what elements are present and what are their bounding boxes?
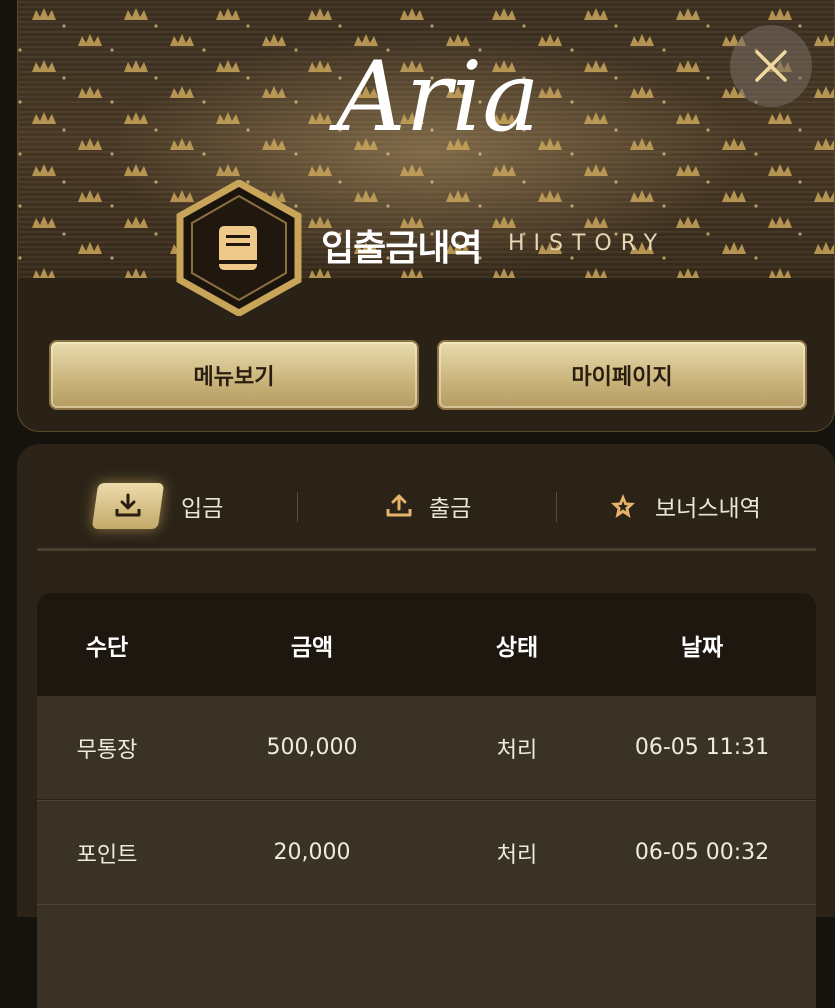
- book-icon: [219, 226, 257, 270]
- cell-date: 06-05 11:31: [634, 735, 770, 760]
- tab-divider: [297, 492, 298, 522]
- tab-deposit-label: 입금: [181, 496, 224, 522]
- close-icon: [755, 50, 787, 82]
- tabs-underline: [37, 548, 816, 551]
- star-icon: [611, 494, 635, 518]
- cell-amount: 20,000: [273, 840, 351, 865]
- tab-bonus-label: 보너스내역: [655, 496, 761, 522]
- header-card: Aria 입출금내역 HISTORY 메뉴보기 마이페이지: [17, 0, 835, 432]
- table-header: 수단 금액 상태 날짜: [37, 593, 816, 696]
- cell-method: 무통장: [76, 737, 138, 763]
- header-method: 수단: [85, 634, 129, 661]
- tab-divider: [556, 492, 557, 522]
- table-row: [37, 904, 816, 1008]
- page-subtitle: HISTORY: [508, 231, 667, 256]
- header-amount: 금액: [290, 634, 334, 661]
- history-badge: [176, 180, 302, 316]
- tab-withdraw-label: 출금: [429, 496, 472, 522]
- download-icon: [115, 493, 141, 517]
- cell-status: 처리: [496, 737, 538, 763]
- history-table: 수단 금액 상태 날짜 무통장 500,000 처리 06-05 11:31 포…: [37, 593, 816, 1008]
- upload-icon: [386, 494, 412, 517]
- page-title: 입출금내역: [321, 228, 483, 269]
- mypage-button[interactable]: 마이페이지: [437, 340, 807, 410]
- tab-deposit[interactable]: 입금: [91, 476, 224, 536]
- cell-date: 06-05 00:32: [634, 840, 770, 865]
- close-button[interactable]: [730, 25, 812, 107]
- aria-logo: Aria: [336, 41, 540, 153]
- table-row: 무통장 500,000 처리 06-05 11:31: [37, 696, 816, 799]
- active-tab-indicator: [91, 483, 165, 529]
- cell-status: 처리: [496, 842, 538, 868]
- table-row: 포인트 20,000 처리 06-05 00:32: [37, 800, 816, 904]
- tab-bonus[interactable]: 보너스내역: [609, 476, 761, 536]
- cell-amount: 500,000: [266, 735, 358, 760]
- header-status: 상태: [495, 634, 539, 661]
- header-date: 날짜: [680, 634, 724, 661]
- tab-withdraw[interactable]: 출금: [385, 476, 471, 536]
- menu-button[interactable]: 메뉴보기: [49, 340, 419, 410]
- cell-method: 포인트: [76, 842, 138, 868]
- history-tabs: 입금 출금 보너스내역: [37, 476, 816, 548]
